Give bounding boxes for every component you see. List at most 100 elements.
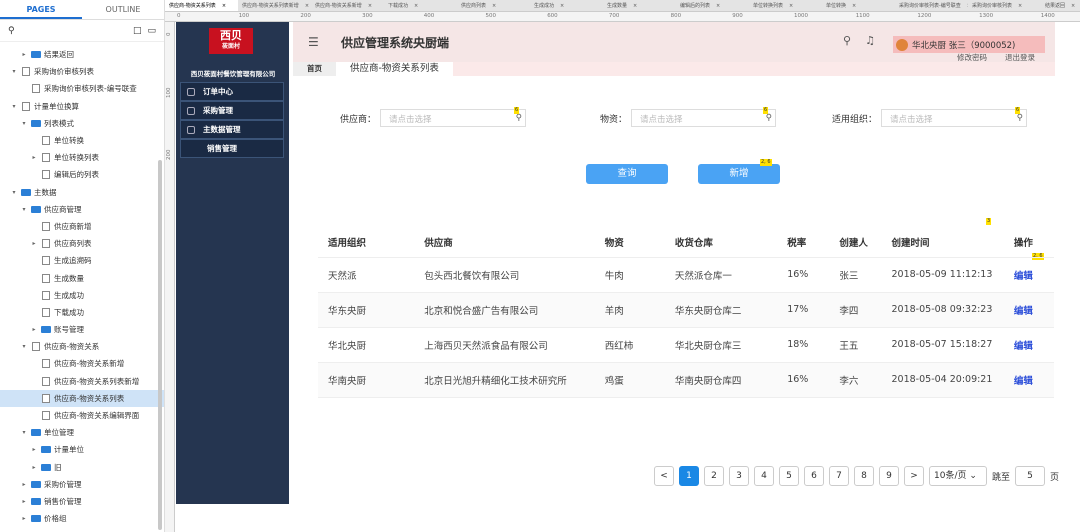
- prev-page-button[interactable]: <: [654, 466, 674, 486]
- material-select[interactable]: 请点击选择 ⚲: [631, 109, 776, 127]
- tree-item[interactable]: 下载成功: [0, 304, 164, 321]
- search-icon[interactable]: ⚲: [843, 34, 851, 47]
- close-icon[interactable]: ×: [789, 0, 793, 11]
- document-tab[interactable]: 供应商-物资关系列表 ×: [165, 0, 238, 11]
- close-icon[interactable]: ×: [305, 0, 309, 11]
- tree-item[interactable]: 生成数量: [0, 269, 164, 286]
- close-icon[interactable]: ×: [852, 0, 856, 11]
- close-icon[interactable]: ×: [560, 0, 564, 11]
- document-tab[interactable]: 单位转换 ×: [822, 0, 895, 11]
- chevron-right-icon[interactable]: ▸: [20, 51, 28, 58]
- tree-item[interactable]: ▾ 单位管理: [0, 424, 164, 441]
- chevron-right-icon[interactable]: ▸: [20, 515, 28, 522]
- tree-item[interactable]: ▸ 单位转换列表: [0, 149, 164, 166]
- chevron-down-icon[interactable]: ▾: [10, 68, 18, 75]
- tree-item[interactable]: 生成成功: [0, 287, 164, 304]
- close-icon[interactable]: ×: [492, 0, 496, 11]
- tree-item[interactable]: ▸ 结果返回: [0, 46, 164, 63]
- tree-item[interactable]: ▸ 旧: [0, 459, 164, 476]
- tree-item[interactable]: ▸ 价格组: [0, 510, 164, 527]
- chevron-down-icon[interactable]: ▾: [20, 120, 28, 127]
- close-icon[interactable]: ×: [716, 0, 720, 11]
- chevron-down-icon[interactable]: ▾: [20, 429, 28, 436]
- document-tab[interactable]: 单位转换列表 ×: [749, 0, 822, 11]
- add-folder-icon[interactable]: ▭: [147, 26, 156, 36]
- page-button[interactable]: 6: [804, 466, 824, 486]
- document-tab[interactable]: 下载成功 ×: [384, 0, 457, 11]
- breadcrumb-current[interactable]: 供应商-物资关系列表: [336, 62, 453, 76]
- page-button[interactable]: 7: [829, 466, 849, 486]
- tree-item[interactable]: ▸ 计量单位: [0, 441, 164, 458]
- menu-item-purchase[interactable]: 采购管理: [180, 101, 284, 120]
- tree-item[interactable]: 编辑后的列表: [0, 166, 164, 183]
- page-button[interactable]: 2: [704, 466, 724, 486]
- document-tab[interactable]: 供应商-物资关系新增 ×: [311, 0, 384, 11]
- edit-link[interactable]: 编辑: [1003, 257, 1054, 293]
- page-button[interactable]: 3: [729, 466, 749, 486]
- query-button[interactable]: 查询: [586, 164, 668, 184]
- org-select[interactable]: 请点击选择 ⚲: [881, 109, 1027, 127]
- page-button[interactable]: 4: [754, 466, 774, 486]
- chevron-right-icon[interactable]: ▸: [30, 154, 38, 161]
- menu-item-master-data[interactable]: 主数据管理: [180, 120, 284, 139]
- user-info[interactable]: 华北央厨 张三（9000052): [893, 36, 1045, 53]
- bell-icon[interactable]: ♫: [865, 34, 875, 47]
- edit-link[interactable]: 编辑: [1003, 327, 1054, 363]
- add-button[interactable]: 新增: [698, 164, 780, 184]
- close-icon[interactable]: ×: [1071, 0, 1075, 11]
- tree-item[interactable]: ▾ 供应商-物资关系: [0, 338, 164, 355]
- page-button[interactable]: 9: [879, 466, 899, 486]
- menu-item-orders[interactable]: 订单中心: [180, 82, 284, 101]
- chevron-down-icon[interactable]: ▾: [10, 103, 18, 110]
- chevron-down-icon[interactable]: ▾: [20, 343, 28, 350]
- page-button[interactable]: 1: [679, 466, 699, 486]
- tab-pages[interactable]: PAGES: [0, 0, 82, 19]
- chevron-right-icon[interactable]: ▸: [30, 464, 38, 471]
- supplier-select[interactable]: 请点击选择 ⚲: [380, 109, 526, 127]
- tree-item[interactable]: ▸ 供应商列表: [0, 235, 164, 252]
- chevron-right-icon[interactable]: ▸: [30, 446, 38, 453]
- close-icon[interactable]: ×: [222, 0, 226, 11]
- page-size-select[interactable]: 10条/页 ⌄: [929, 466, 987, 486]
- tree-item[interactable]: ▾ 主数据: [0, 184, 164, 201]
- page-button[interactable]: 5: [779, 466, 799, 486]
- tree-item[interactable]: 供应商-物资关系列表新增: [0, 373, 164, 390]
- document-tab[interactable]: 生成成功 ×: [530, 0, 603, 11]
- tree-item[interactable]: ▸ 采购价管理: [0, 476, 164, 493]
- document-tab[interactable]: 供应商列表 ×: [457, 0, 530, 11]
- tree-item[interactable]: 供应商-物资关系编辑界面: [0, 407, 164, 424]
- tree-item[interactable]: 采购询价审核列表-编号联查: [0, 80, 164, 97]
- chevron-right-icon[interactable]: ▸: [20, 481, 28, 488]
- chevron-down-icon[interactable]: ▾: [10, 189, 18, 196]
- tree-item[interactable]: 供应商-物资关系列表: [0, 389, 164, 407]
- menu-toggle-icon[interactable]: ☰: [308, 35, 319, 49]
- close-icon[interactable]: ×: [1018, 0, 1022, 11]
- tree-item[interactable]: 生成追溯码: [0, 252, 164, 269]
- panel-scrollbar[interactable]: [158, 160, 162, 530]
- chevron-down-icon[interactable]: ▾: [20, 206, 28, 213]
- search-icon[interactable]: ⚲: [8, 26, 15, 36]
- tree-item[interactable]: ▾ 供应商管理: [0, 201, 164, 218]
- document-tab[interactable]: 供应商-物资关系列表新增 ×: [238, 0, 311, 11]
- tab-outline[interactable]: OUTLINE: [82, 0, 164, 19]
- add-page-icon[interactable]: □: [133, 26, 142, 36]
- next-page-button[interactable]: >: [904, 466, 924, 486]
- menu-item-sales[interactable]: 销售管理: [180, 139, 284, 158]
- close-icon[interactable]: ×: [414, 0, 418, 11]
- breadcrumb-home[interactable]: 首页: [293, 62, 336, 76]
- chevron-right-icon[interactable]: ▸: [30, 326, 38, 333]
- edit-link[interactable]: 编辑: [1003, 362, 1054, 398]
- tree-item[interactable]: ▾ 采购询价审核列表: [0, 63, 164, 80]
- edit-link[interactable]: 编辑: [1003, 292, 1054, 328]
- page-button[interactable]: 8: [854, 466, 874, 486]
- tree-item[interactable]: 供应商-物资关系新增: [0, 355, 164, 372]
- chevron-right-icon[interactable]: ▸: [30, 240, 38, 247]
- tree-item[interactable]: ▸ 销售价管理: [0, 493, 164, 510]
- tree-item[interactable]: ▸ 账号管理: [0, 321, 164, 338]
- chevron-right-icon[interactable]: ▸: [20, 498, 28, 505]
- tree-item[interactable]: ▾ 计量单位换算: [0, 98, 164, 115]
- tree-item[interactable]: ▾ 列表模式: [0, 115, 164, 132]
- close-icon[interactable]: ×: [368, 0, 372, 11]
- tree-item[interactable]: 单位转换: [0, 132, 164, 149]
- document-tab[interactable]: 采购询价审核列表 ×: [968, 0, 1041, 11]
